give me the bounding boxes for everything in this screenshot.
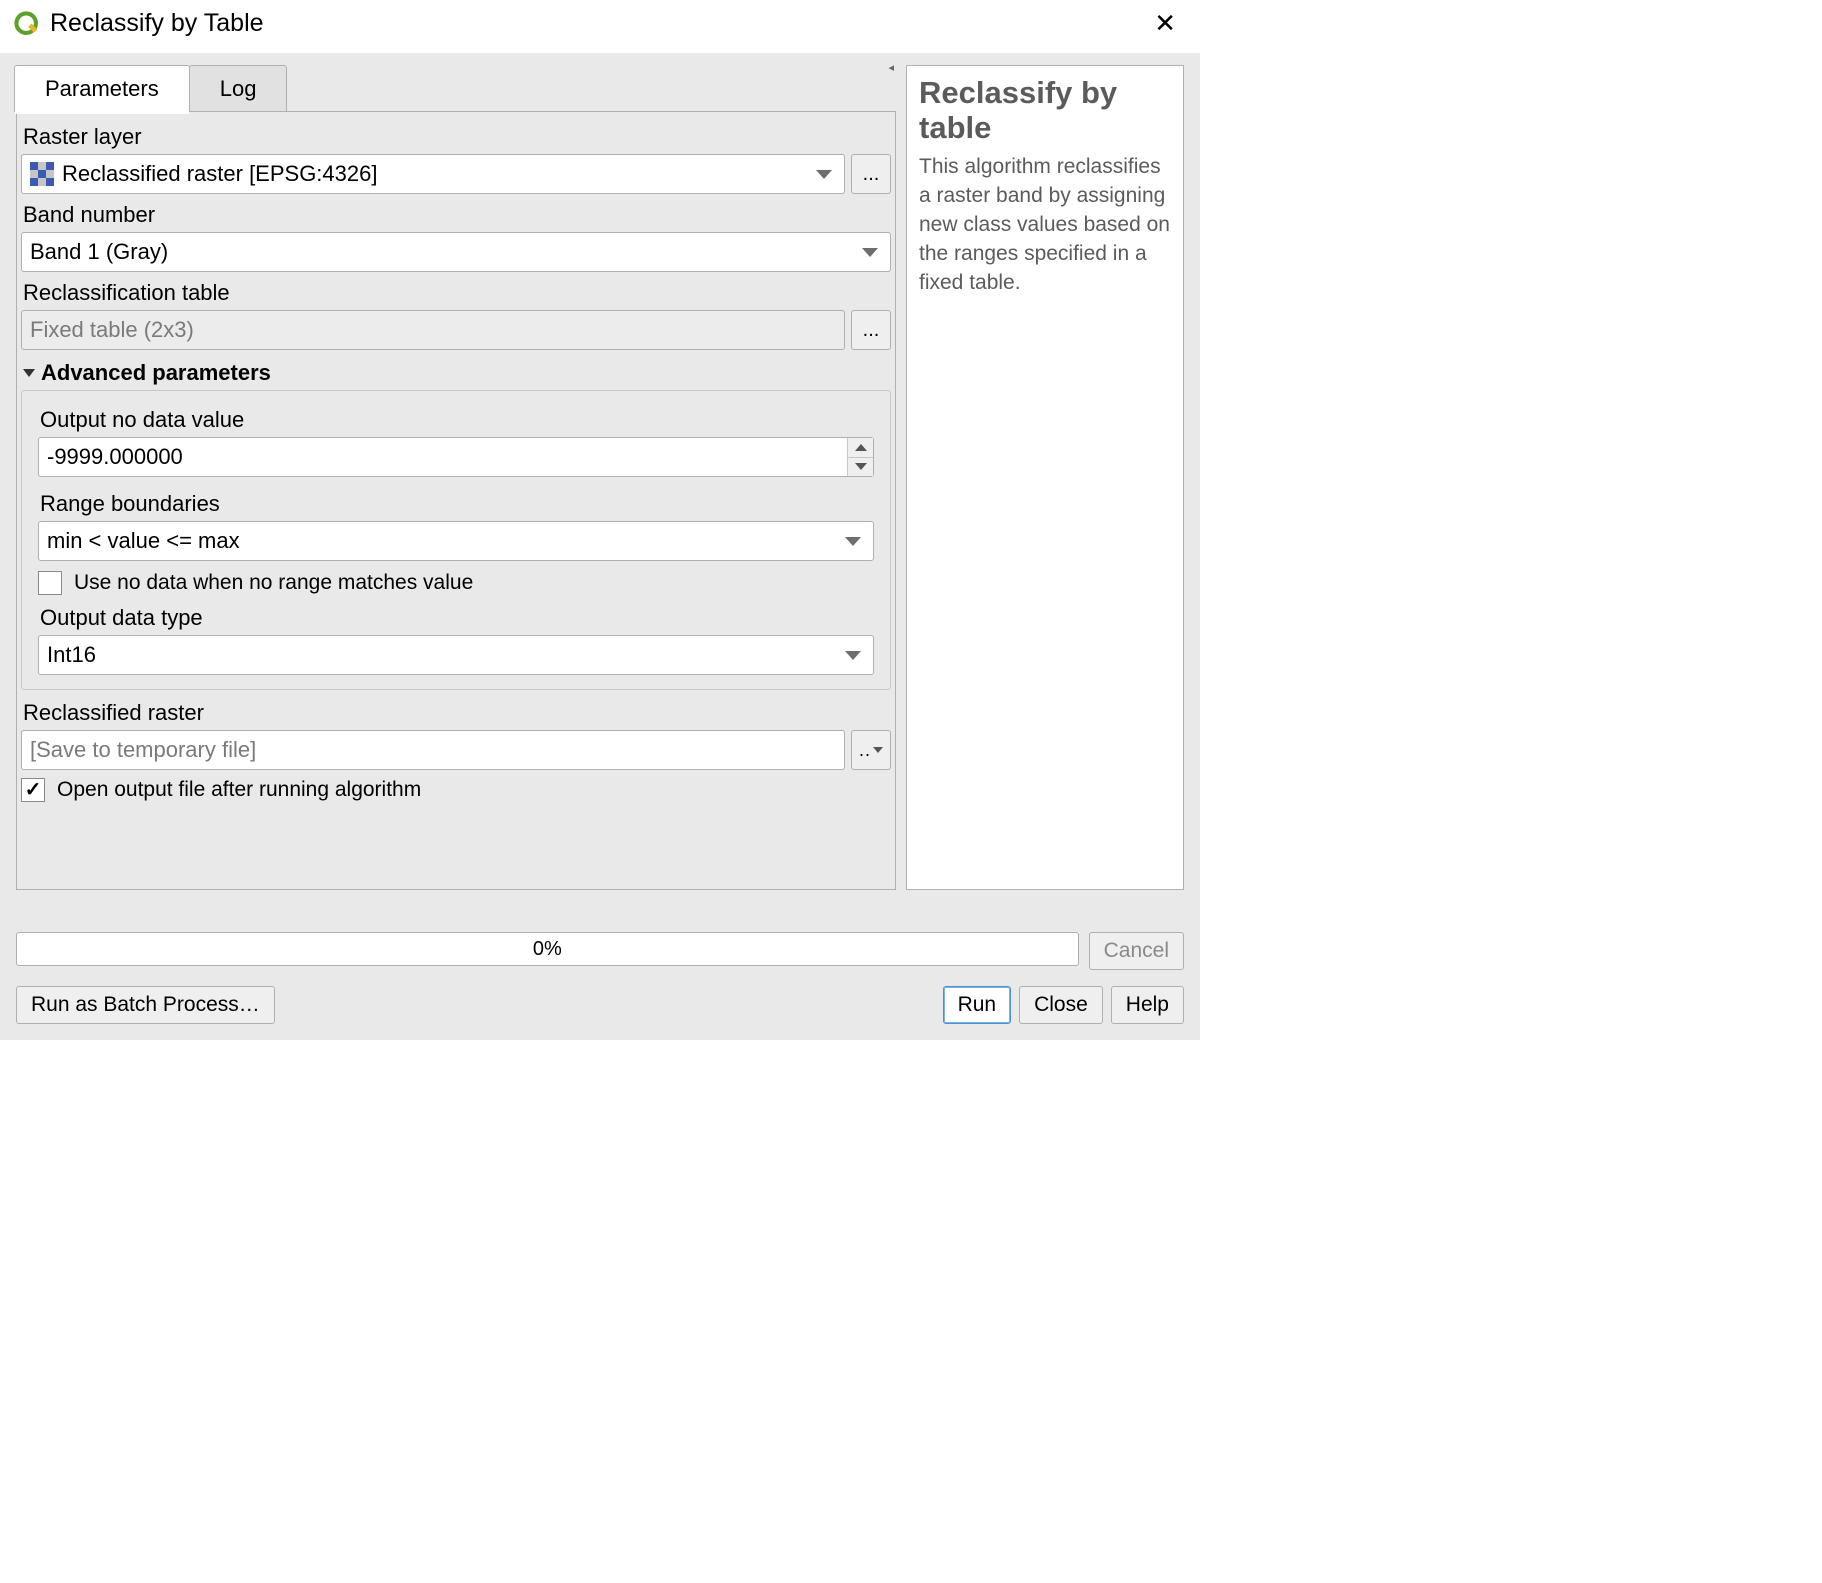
nodata-label: Output no data value [40, 407, 874, 433]
output-dtype-combo[interactable]: Int16 [38, 635, 874, 675]
parameters-column: Parameters Log Raster layer Reclassified… [16, 65, 896, 890]
raster-layer-combo[interactable]: Reclassified raster [EPSG:4326] [21, 154, 845, 194]
range-boundaries-combo[interactable]: min < value <= max [38, 521, 874, 561]
help-text: This algorithm reclassifies a raster ban… [919, 153, 1171, 298]
band-label: Band number [23, 202, 891, 228]
splitter-handle-icon[interactable]: ◂ [888, 61, 894, 74]
title-bar: Reclassify by Table ✕ [0, 0, 1200, 53]
cancel-button[interactable]: Cancel [1089, 932, 1184, 970]
output-dtype-value: Int16 [47, 642, 96, 668]
dialog-body: ◂ Parameters Log Raster layer Reclassifi… [0, 53, 1200, 1040]
close-icon[interactable]: ✕ [1144, 8, 1186, 39]
progress-bar: 0% [16, 932, 1079, 966]
raster-layer-value: Reclassified raster [EPSG:4326] [62, 161, 377, 187]
close-button[interactable]: Close [1019, 986, 1103, 1024]
spin-up-button[interactable] [848, 438, 873, 458]
output-browse-button[interactable]: .. [851, 730, 891, 770]
chevron-down-icon [862, 248, 878, 257]
chevron-down-icon [855, 463, 867, 470]
dialog-window: Reclassify by Table ✕ ◂ Parameters Log R… [0, 0, 1200, 1040]
ellipsis-icon: .. [859, 741, 871, 759]
reclass-table-value: Fixed table (2x3) [30, 317, 194, 343]
tab-panel-parameters: Raster layer Reclassified raster [EPSG:4… [16, 111, 896, 890]
band-value: Band 1 (Gray) [30, 239, 168, 265]
run-batch-button[interactable]: Run as Batch Process… [16, 986, 275, 1024]
chevron-down-icon [816, 170, 832, 179]
advanced-group: Output no data value Range boundaries [21, 390, 891, 690]
use-nodata-checkbox[interactable] [38, 571, 62, 595]
nodata-input[interactable] [38, 437, 874, 477]
range-boundaries-value: min < value <= max [47, 528, 240, 554]
run-button[interactable]: Run [943, 986, 1012, 1024]
open-output-label: Open output file after running algorithm [57, 778, 421, 802]
raster-layer-browse-button[interactable]: ... [851, 154, 891, 194]
qgis-icon [14, 11, 40, 37]
chevron-down-icon [873, 747, 883, 753]
raster-layer-label: Raster layer [23, 124, 891, 150]
reclass-table-label: Reclassification table [23, 280, 891, 306]
tab-log[interactable]: Log [189, 65, 288, 112]
window-title: Reclassify by Table [50, 9, 1144, 38]
expand-triangle-icon [23, 369, 35, 377]
reclass-table-edit-button[interactable]: ... [851, 310, 891, 350]
tab-bar: Parameters Log [14, 65, 896, 112]
spin-down-button[interactable] [848, 458, 873, 477]
help-panel: Reclassify by table This algorithm recla… [906, 65, 1184, 890]
band-combo[interactable]: Band 1 (Gray) [21, 232, 891, 272]
output-raster-label: Reclassified raster [23, 700, 891, 726]
progress-text: 0% [533, 938, 562, 961]
tab-parameters[interactable]: Parameters [14, 65, 190, 112]
help-title: Reclassify by table [919, 76, 1171, 145]
raster-layer-thumb-icon [30, 162, 54, 186]
use-nodata-label: Use no data when no range matches value [74, 571, 473, 595]
open-output-checkbox[interactable] [21, 778, 45, 802]
output-path-placeholder: [Save to temporary file] [30, 737, 256, 763]
advanced-toggle[interactable]: Advanced parameters [21, 360, 891, 386]
output-dtype-label: Output data type [40, 605, 874, 631]
reclass-table-display: Fixed table (2x3) [21, 310, 845, 350]
help-button[interactable]: Help [1111, 986, 1184, 1024]
nodata-spinbox[interactable] [38, 437, 874, 477]
range-boundaries-label: Range boundaries [40, 491, 874, 517]
output-path-field[interactable]: [Save to temporary file] [21, 730, 845, 770]
chevron-down-icon [845, 651, 861, 660]
dialog-footer: 0% Cancel Run as Batch Process… Run Clos… [16, 890, 1184, 1040]
advanced-header-text: Advanced parameters [41, 360, 271, 386]
chevron-down-icon [845, 537, 861, 546]
chevron-up-icon [855, 444, 867, 451]
